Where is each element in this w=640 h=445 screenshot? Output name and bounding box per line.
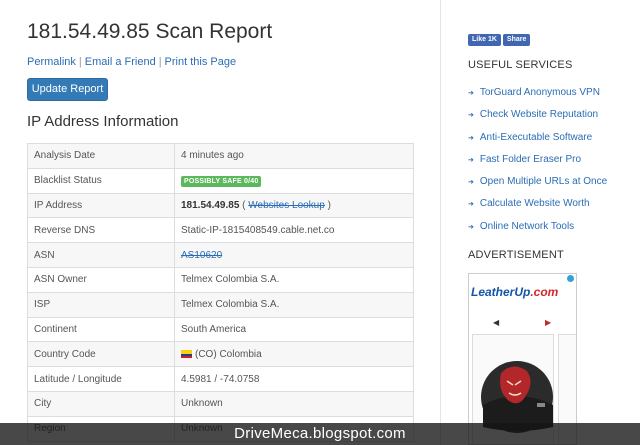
scan-report-page: 181.54.49.85 Scan Report Permalink | Email…: [0, 0, 640, 445]
arrow-right-icon: ➜: [468, 201, 474, 209]
ad-brand-logo[interactable]: LeatherUp.com: [471, 285, 558, 299]
arrow-right-icon: ➜: [468, 90, 474, 97]
row-label: Continent: [27, 316, 175, 343]
page-title: 181.54.49.85 Scan Report: [27, 20, 273, 43]
main-content: 181.54.49.85 Scan Report Permalink | Email…: [0, 0, 441, 445]
paren-close: ): [324, 199, 331, 211]
arrow-right-icon: ➜: [468, 134, 474, 142]
watermark-text: DriveMeca.blogspot.com: [234, 425, 406, 442]
facebook-share-button[interactable]: Share: [502, 34, 531, 46]
link-separator: |: [78, 56, 82, 68]
facebook-like-button[interactable]: Like 1K: [468, 34, 501, 46]
list-item: ➜ Online Network Tools: [468, 216, 607, 238]
row-label: ISP: [27, 291, 175, 318]
ad-prev-arrow-icon[interactable]: ◀: [493, 318, 499, 327]
email-friend-link[interactable]: Email a Friend: [85, 56, 156, 68]
list-item: ➜ Anti-Executable Software: [468, 127, 607, 149]
table-row: Continent South America: [27, 316, 414, 343]
row-label: ASN: [27, 242, 175, 268]
isp-value: Telmex Colombia S.A.: [174, 291, 414, 318]
analysis-date-value: 4 minutes ago: [174, 143, 414, 169]
link-separator: |: [158, 56, 162, 68]
table-row: Country Code (CO) Colombia: [27, 341, 414, 368]
table-row: Reverse DNS Static-IP-1815408549.cable.ne…: [27, 217, 414, 244]
permalink-link[interactable]: Permalink: [27, 56, 76, 68]
table-row: ISP Telmex Colombia S.A.: [27, 291, 414, 318]
service-link-torguard[interactable]: TorGuard Anonymous VPN: [480, 87, 600, 98]
arrow-right-icon: ➜: [468, 223, 474, 231]
table-row: Analysis Date 4 minutes ago: [27, 143, 414, 169]
service-link-folder-eraser[interactable]: Fast Folder Eraser Pro: [480, 154, 581, 165]
arrow-right-icon: ➜: [468, 156, 474, 164]
asn-owner-value: Telmex Colombia S.A.: [174, 266, 414, 293]
city-value: Unknown: [174, 390, 414, 417]
service-link-network-tools[interactable]: Online Network Tools: [480, 221, 574, 232]
row-label: ASN Owner: [27, 266, 175, 293]
blacklist-status-badge: POSSIBLY SAFE 0/40: [181, 175, 262, 187]
table-row: ASN Owner Telmex Colombia S.A.: [27, 266, 414, 293]
useful-services-heading: USEFUL SERVICES: [468, 59, 573, 71]
facebook-buttons: Like 1K Share: [468, 34, 531, 46]
arrow-right-icon: ➜: [468, 179, 474, 187]
row-label: IP Address: [27, 192, 175, 219]
asn-link[interactable]: AS10620: [181, 250, 222, 261]
list-item: ➜ Check Website Reputation: [468, 104, 607, 126]
row-label: Latitude / Longitude: [27, 366, 175, 392]
row-label: Blacklist Status: [27, 167, 175, 194]
list-item: ➜ TorGuard Anonymous VPN: [468, 82, 607, 104]
sidebar: Like 1K Share USEFUL SERVICES ➜ TorGuard …: [442, 0, 640, 445]
paren-open: (: [239, 199, 249, 211]
ip-address-value: 181.54.49.85: [181, 199, 240, 211]
print-page-link[interactable]: Print this Page: [165, 56, 237, 68]
row-label: Analysis Date: [27, 143, 175, 169]
continent-value: South America: [174, 316, 414, 343]
list-item: ➜ Calculate Website Worth: [468, 193, 607, 215]
row-label: Reverse DNS: [27, 217, 175, 244]
ad-info-icon[interactable]: [567, 275, 574, 282]
action-links: Permalink | Email a Friend | Print this Page: [27, 56, 236, 68]
table-row: Blacklist Status POSSIBLY SAFE 0/40: [27, 167, 414, 194]
list-item: ➜ Fast Folder Eraser Pro: [468, 149, 607, 171]
advertisement-heading: ADVERTISEMENT: [468, 249, 564, 261]
table-row: Latitude / Longitude 4.5981 / -74.0758: [27, 366, 414, 392]
service-link-website-worth[interactable]: Calculate Website Worth: [480, 198, 590, 209]
section-title: IP Address Information: [27, 113, 179, 130]
table-row: City Unknown: [27, 390, 414, 417]
row-label: City: [27, 390, 175, 417]
watermark-bar: DriveMeca.blogspot.com: [0, 423, 640, 445]
row-label: Country Code: [27, 341, 175, 368]
lat-long-value: 4.5981 / -74.0758: [174, 366, 414, 392]
services-list: ➜ TorGuard Anonymous VPN ➜ Check Website R…: [468, 82, 607, 238]
arrow-right-icon: ➜: [468, 112, 474, 120]
ad-next-arrow-icon[interactable]: ▶: [545, 318, 551, 327]
websites-lookup-link[interactable]: Websites Lookup: [248, 200, 325, 211]
reverse-dns-value: Static-IP-1815408549.cable.net.co: [174, 217, 414, 244]
service-link-website-reputation[interactable]: Check Website Reputation: [480, 109, 598, 120]
table-row: IP Address 181.54.49.85 ( Websites Lookup…: [27, 192, 414, 219]
service-link-multiple-urls[interactable]: Open Multiple URLs at Once: [480, 176, 607, 187]
list-item: ➜ Open Multiple URLs at Once: [468, 171, 607, 193]
update-report-button[interactable]: Update Report: [27, 78, 108, 101]
table-row: ASN AS10620: [27, 242, 414, 268]
advertisement-banner[interactable]: LeatherUp.com ◀ ▶: [468, 273, 577, 445]
country-code-value: (CO) Colombia: [195, 348, 262, 360]
colombia-flag-icon: [181, 350, 192, 359]
service-link-anti-executable[interactable]: Anti-Executable Software: [480, 132, 592, 143]
ip-info-table: Analysis Date 4 minutes ago Blacklist Sta…: [27, 143, 414, 442]
